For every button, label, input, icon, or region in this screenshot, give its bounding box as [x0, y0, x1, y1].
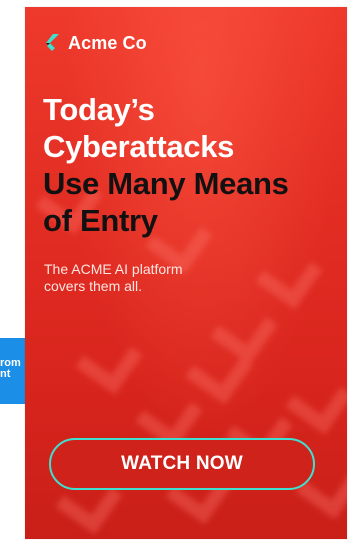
headline-line: Today’s — [43, 92, 155, 127]
subtext-line: The ACME AI platform — [44, 261, 183, 277]
ad-banner[interactable]: Acme Co Today’s Cyberattacks Use Many Me… — [25, 7, 347, 539]
brand-name: Acme Co — [68, 33, 147, 53]
headline: Today’s Cyberattacks Use Many Means of E… — [43, 91, 339, 239]
headline-line: Use Many Means — [43, 166, 289, 201]
headline-line: Cyberattacks — [43, 129, 235, 164]
headline-line: of Entry — [43, 203, 158, 238]
brand: Acme Co — [44, 33, 147, 54]
acme-logo-icon — [44, 33, 66, 54]
subtext-line: covers them all. — [44, 278, 143, 294]
watch-now-button[interactable]: WATCH NOW — [49, 438, 315, 490]
subtext: The ACME AI platform covers them all. — [44, 261, 234, 295]
